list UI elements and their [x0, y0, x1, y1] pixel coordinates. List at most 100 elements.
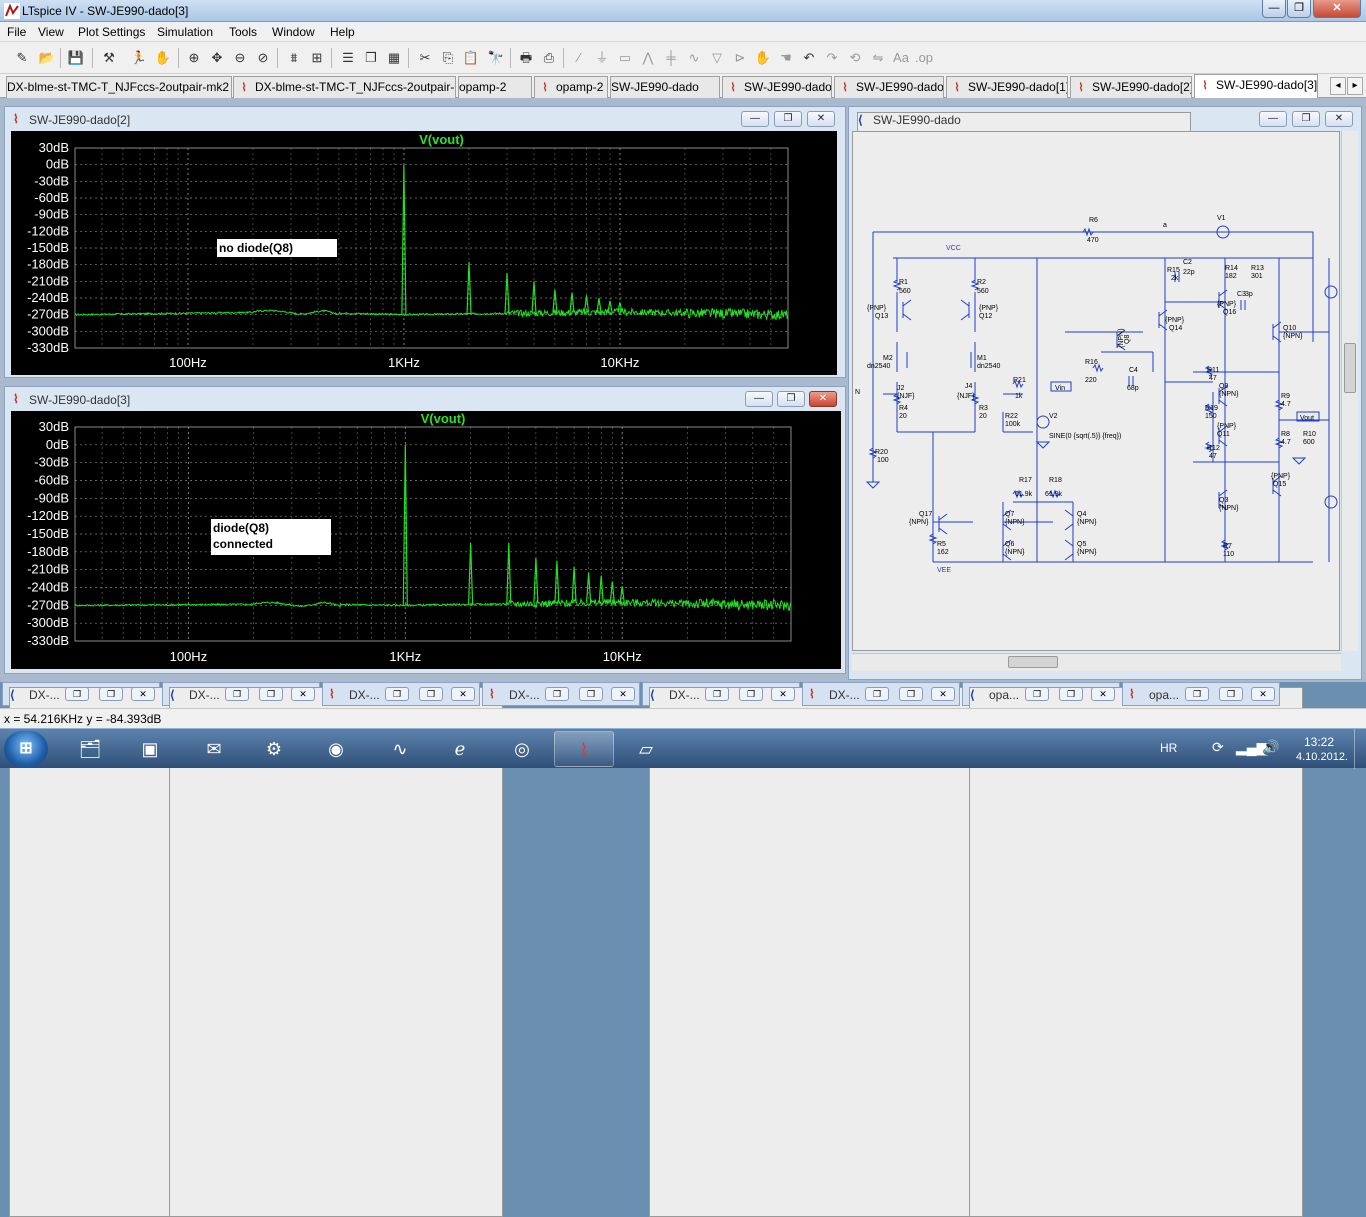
minimized-window[interactable]: ⌇ opa... ❐ ❐ ✕ [1122, 682, 1280, 706]
minimized-window[interactable]: ⌇ DX-... ❐ ❐ ✕ [322, 682, 480, 706]
menu-file[interactable]: File [7, 25, 26, 39]
tab-scroll-right-button[interactable]: ▸ [1347, 77, 1363, 95]
child-restore-button[interactable]: ❐ [545, 687, 569, 701]
volume-tray-icon[interactable]: 🔊 [1262, 739, 1279, 756]
restore-button[interactable]: ❐ [1287, 0, 1311, 18]
explorer-taskbar-icon[interactable]: 🗂 [62, 731, 118, 767]
tools-taskbar-icon[interactable]: ⚙ [246, 731, 302, 767]
menu-tools[interactable]: Tools [229, 25, 257, 39]
drag-icon[interactable]: ☚ [776, 48, 796, 68]
tab-sw-plot-1[interactable]: ⌇ SW-JE990-dado[1] [946, 76, 1068, 98]
menu-help[interactable]: Help [330, 25, 355, 39]
close-button[interactable]: ✕ [1313, 0, 1361, 18]
minimize-button[interactable]: — [1262, 0, 1286, 18]
minimized-window[interactable]: ⌇ DX-... ❐ ❐ ✕ [802, 682, 960, 706]
clock-date[interactable]: 4.10.2012. [1296, 751, 1348, 763]
pan-icon[interactable]: ✥ [207, 48, 227, 68]
menu-view[interactable]: View [38, 25, 64, 39]
child-maximize-button[interactable]: ❐ [579, 687, 603, 701]
spectrum-chart[interactable]: 30dB 0dB-30dB -60dB -90dB-120dB -150dB -180dB… [11, 131, 837, 375]
chrome-taskbar-icon[interactable]: ◎ [494, 731, 550, 767]
ground-icon[interactable]: ⏚ [592, 48, 612, 68]
schematic-horizontal-scrollbar[interactable] [852, 653, 1341, 671]
plot-window-titlebar[interactable]: ⌇ SW-JE990-dado[2] — ❐ ✕ [5, 107, 845, 131]
waveform-plot-pane[interactable]: 30dB 0dB -30dB -60dB -90dB -120dB -150dB -180dB… [11, 131, 837, 375]
show-desktop-button[interactable] [1354, 729, 1366, 769]
child-maximize-button[interactable]: ❐ [899, 687, 923, 701]
spice-directive-icon[interactable]: .op [914, 48, 934, 68]
sync-tray-icon[interactable]: ⟳ [1212, 739, 1224, 756]
plot-window-titlebar[interactable]: ⌇ SW-JE990-dado[3] — ❐ ✕ [5, 387, 845, 411]
schematic-canvas[interactable]: VCC VEE a Vin Vout N R6 470 V1 V2 SINE(0… [852, 131, 1340, 651]
internet-explorer-taskbar-icon[interactable]: ℯ [432, 731, 488, 767]
paste-icon[interactable]: 📋 [461, 48, 481, 68]
child-close-button[interactable]: ✕ [451, 687, 475, 701]
child-close-button[interactable]: ✕ [771, 687, 795, 701]
minimized-window[interactable]: ⟨ opa... ❐ ❐ ✕ [962, 682, 1303, 1217]
tab-sw-plot-2[interactable]: ⌇ SW-JE990-dado [834, 76, 944, 98]
child-minimize-button[interactable]: — [745, 391, 773, 407]
minimized-window[interactable]: ⟨ DX-... ❐ ❐ ✕ [2, 682, 343, 1217]
tab-dx-plot[interactable]: ⌇ DX-blme-st-TMC-T_NJFccs-2outpair-mk2 [233, 76, 456, 98]
oscilloscope-taskbar-icon[interactable]: ∿ [372, 731, 428, 767]
resistor-icon[interactable]: ⋀ [638, 48, 658, 68]
tab-dx-schematic[interactable]: ⟨DX-blme-st-TMC-T_NJFccs-2outpair-mk2 [6, 76, 232, 98]
autorange-icon[interactable]: ⩩ [284, 48, 304, 68]
child-restore-button[interactable]: ❐ [1292, 111, 1320, 127]
child-restore-button[interactable]: ❐ [777, 391, 805, 407]
child-close-button[interactable]: ✕ [809, 391, 837, 407]
undo-icon[interactable]: ↶ [799, 48, 819, 68]
waveform-plot-pane[interactable]: 30dB 0dB -30dB -60dB -90dB -120dB -150dB -180dB… [11, 411, 841, 669]
move-icon[interactable]: ✋ [753, 48, 773, 68]
tab-scroll-left-button[interactable]: ◂ [1330, 77, 1346, 95]
tab-sw-schematic[interactable]: ⟨SW-JE990-dado [610, 76, 720, 98]
halt-icon[interactable]: ✋ [153, 48, 173, 68]
child-maximize-button[interactable]: ❐ [1219, 687, 1243, 701]
notes-taskbar-icon[interactable]: ▱ [618, 731, 674, 767]
zoom-cancel-icon[interactable]: ⊘ [253, 48, 273, 68]
save-icon[interactable]: 💾 [66, 48, 86, 68]
child-close-button[interactable]: ✕ [931, 687, 955, 701]
copy-icon[interactable]: ⎘ [438, 48, 458, 68]
child-maximize-button[interactable]: ❐ [259, 687, 283, 701]
ltspice-taskbar-icon[interactable]: ⌇ [554, 731, 614, 767]
child-close-button[interactable]: ✕ [1325, 111, 1353, 127]
child-maximize-button[interactable]: ❐ [1059, 687, 1083, 701]
child-maximize-button[interactable]: ❐ [99, 687, 123, 701]
open-icon[interactable]: 📂 [37, 48, 57, 68]
cascade-icon[interactable]: ❐ [361, 48, 381, 68]
child-close-button[interactable]: ✕ [131, 687, 155, 701]
redo-icon[interactable]: ↷ [822, 48, 842, 68]
child-maximize-button[interactable]: ❐ [419, 687, 443, 701]
trace-label[interactable]: V(vout) [419, 132, 464, 147]
menu-plot-settings[interactable]: Plot Settings [78, 25, 145, 39]
child-close-button[interactable]: ✕ [1251, 687, 1275, 701]
print-setup-icon[interactable]: 🖶 [516, 48, 536, 68]
child-restore-button[interactable]: ❐ [65, 687, 89, 701]
child-restore-button[interactable]: ❐ [1025, 687, 1049, 701]
zoom-in-icon[interactable]: ⊕ [184, 48, 204, 68]
child-restore-button[interactable]: ❐ [225, 687, 249, 701]
zoom-out-icon[interactable]: ⊖ [230, 48, 250, 68]
plot-window-dado-3[interactable]: ⌇ SW-JE990-dado[3] — ❐ ✕ 30dB 0dB -30dB -60… [4, 386, 846, 674]
menu-simulation[interactable]: Simulation [157, 25, 213, 39]
schematic-window[interactable]: ⟨ SW-JE990-dado — ❐ ✕ VCC VEE a Vin Vout… [848, 106, 1362, 680]
child-minimize-button[interactable]: — [741, 111, 769, 127]
tab-sw-plot[interactable]: ⌇ SW-JE990-dado [722, 76, 832, 98]
trace-label[interactable]: V(vout) [421, 411, 466, 426]
plot-window-dado-2[interactable]: ⌇ SW-JE990-dado[2] — ❐ ✕ 30dB 0dB -30dB -60… [4, 106, 846, 378]
child-close-button[interactable]: ✕ [807, 111, 835, 127]
media-center-taskbar-icon[interactable]: ▣ [122, 731, 178, 767]
scrollbar-thumb[interactable] [1344, 343, 1356, 393]
schematic-drawing[interactable]: VCC VEE a Vin Vout N R6 470 V1 V2 SINE(0… [853, 132, 1341, 652]
child-restore-button[interactable]: ❐ [1185, 687, 1209, 701]
child-close-button[interactable]: ✕ [1091, 687, 1115, 701]
language-indicator[interactable]: HR [1160, 741, 1177, 755]
mirror-icon[interactable]: ⇋ [868, 48, 888, 68]
text-icon[interactable]: Aa [891, 48, 911, 68]
wire-icon[interactable]: ∕ [569, 48, 589, 68]
new-schematic-icon[interactable]: ✎ [12, 48, 32, 68]
clock-time[interactable]: 13:22 [1304, 735, 1334, 749]
minimized-window[interactable]: ⟨ DX-... ❐ ❐ ✕ [162, 682, 503, 1217]
child-restore-button[interactable]: ❐ [385, 687, 409, 701]
